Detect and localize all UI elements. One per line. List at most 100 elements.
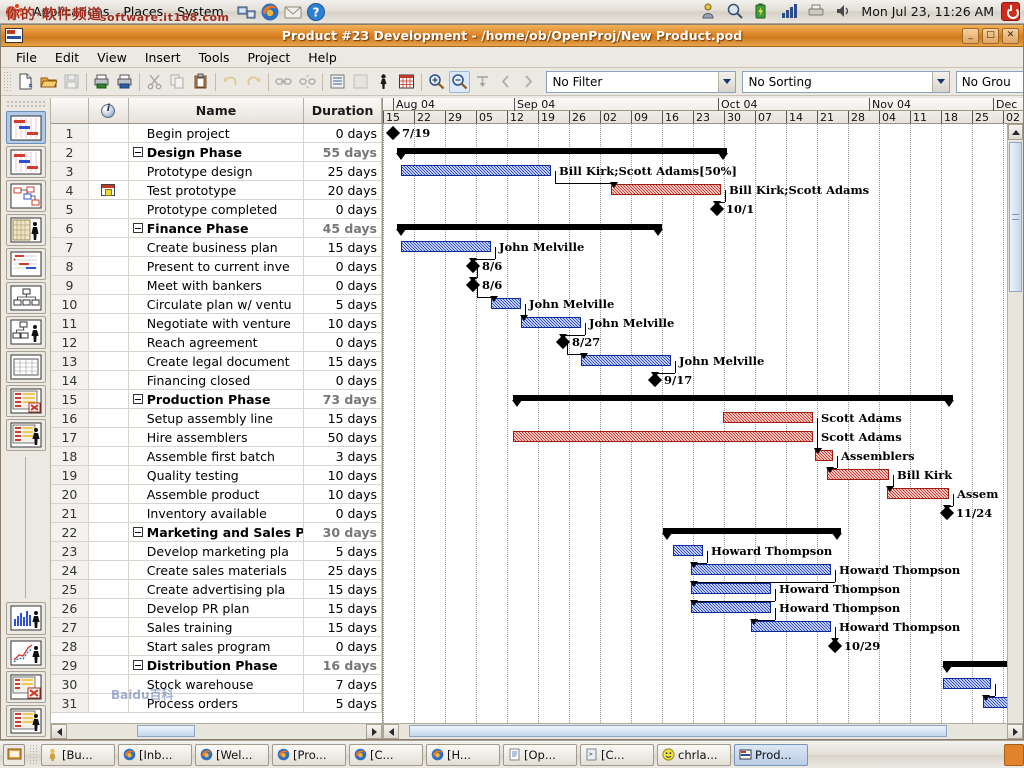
column-header-id[interactable]: [51, 98, 89, 123]
gantt-task-bar[interactable]: [611, 184, 721, 195]
table-row[interactable]: 10 Circulate plan w/ ventu 5 days: [51, 295, 382, 314]
gantt-horizontal-scrollbar[interactable]: [383, 724, 1023, 739]
table-row[interactable]: 7 Create business plan 15 days: [51, 238, 382, 257]
table-row[interactable]: 21 Inventory available 0 days: [51, 504, 382, 523]
row-indicator[interactable]: [88, 371, 129, 390]
row-duration[interactable]: 15 days: [304, 238, 382, 257]
table-row[interactable]: 8 Present to current inve 0 days: [51, 257, 382, 276]
row-duration[interactable]: 30 days: [304, 523, 382, 542]
taskbar-item[interactable]: chrla...: [657, 743, 731, 766]
table-row[interactable]: 25 Create advertising pla 15 days: [51, 580, 382, 599]
gantt-task-bar[interactable]: [673, 545, 703, 556]
gantt-summary-bar[interactable]: [512, 395, 954, 407]
table-row[interactable]: 1 Begin project 0 days: [51, 124, 382, 143]
row-id[interactable]: 16: [51, 409, 89, 428]
row-id[interactable]: 12: [51, 333, 89, 352]
row-indicator[interactable]: [88, 200, 129, 219]
gantt-summary-bar[interactable]: [396, 148, 728, 160]
gantt-task-bar[interactable]: [887, 488, 949, 499]
minimize-button[interactable]: _: [962, 27, 979, 44]
row-indicator[interactable]: [88, 295, 129, 314]
volume-icon[interactable]: [834, 2, 854, 22]
table-row[interactable]: 20 Assemble product 10 days: [51, 485, 382, 504]
row-duration[interactable]: 0 days: [304, 276, 382, 295]
zoom-out-icon[interactable]: [448, 70, 471, 93]
row-indicator[interactable]: [88, 352, 129, 371]
close-button[interactable]: ✕: [1002, 27, 1019, 44]
row-duration[interactable]: 10 days: [304, 314, 382, 333]
row-id[interactable]: 24: [51, 561, 89, 580]
taskbar-item[interactable]: Prod...: [734, 743, 808, 766]
row-duration[interactable]: 3 days: [304, 447, 382, 466]
panel-menu-places[interactable]: Places: [116, 2, 170, 22]
taskbar-item[interactable]: [Op...: [503, 743, 577, 766]
row-name[interactable]: Finance Phase: [128, 219, 305, 238]
row-duration[interactable]: 5 days: [304, 694, 382, 713]
collapse-expander-icon[interactable]: [132, 527, 143, 537]
column-header-duration[interactable]: Duration: [304, 98, 382, 123]
row-duration[interactable]: 15 days: [304, 580, 382, 599]
table-scroll-track[interactable]: [67, 724, 366, 739]
table-row[interactable]: 12 Reach agreement 0 days: [51, 333, 382, 352]
table-row[interactable]: 2 Design Phase 55 days: [51, 143, 382, 162]
row-indicator[interactable]: [88, 504, 129, 523]
new-document-icon[interactable]: [15, 71, 36, 93]
row-id[interactable]: 19: [51, 466, 89, 485]
row-duration[interactable]: 0 days: [304, 504, 382, 523]
row-name[interactable]: Distribution Phase: [128, 656, 305, 675]
table-horizontal-scrollbar[interactable]: [51, 724, 383, 739]
row-duration[interactable]: 16 days: [304, 656, 382, 675]
row-name[interactable]: Production Phase: [128, 390, 305, 409]
battery-icon[interactable]: [753, 2, 773, 22]
row-duration[interactable]: 15 days: [304, 409, 382, 428]
table-row[interactable]: 3 Prototype design 25 days: [51, 162, 382, 181]
chevron-down-icon[interactable]: [931, 71, 949, 92]
row-duration[interactable]: 0 days: [304, 124, 382, 143]
taskbar-item[interactable]: [Wel...: [195, 743, 269, 766]
row-duration[interactable]: 10 days: [304, 485, 382, 504]
row-indicator[interactable]: [88, 162, 129, 181]
gantt-canvas[interactable]: 7/19 Bill Kirk;Scott Adams[50%] Bill Kirk;…: [383, 124, 1023, 739]
gantt-scroll-track[interactable]: [399, 724, 1007, 739]
row-name[interactable]: Create sales materials: [128, 561, 305, 580]
gantt-task-bar[interactable]: [691, 564, 831, 575]
row-id[interactable]: 21: [51, 504, 89, 523]
column-header-name[interactable]: Name: [129, 98, 305, 123]
chevron-down-icon[interactable]: [718, 71, 736, 92]
row-name[interactable]: Negotiate with venture: [128, 314, 305, 333]
row-name[interactable]: Prototype completed: [128, 200, 305, 219]
gantt-summary-bar[interactable]: [396, 224, 663, 236]
gantt-scroll-left-button[interactable]: [383, 724, 399, 739]
collapse-expander-icon[interactable]: [132, 660, 143, 670]
row-indicator[interactable]: [88, 390, 129, 409]
table-row[interactable]: 11 Negotiate with venture 10 days: [51, 314, 382, 333]
outdent-icon[interactable]: [350, 71, 371, 93]
table-row[interactable]: 16 Setup assembly line 15 days: [51, 409, 382, 428]
sidebar-item-tracking-gantt-view[interactable]: [5, 145, 46, 178]
row-id[interactable]: 31: [51, 694, 89, 713]
table-row[interactable]: 22 Marketing and Sales P 30 days: [51, 523, 382, 542]
row-indicator[interactable]: [88, 485, 129, 504]
row-duration[interactable]: 0 days: [304, 333, 382, 352]
copy-icon[interactable]: [167, 71, 188, 93]
ubuntu-logo-icon[interactable]: [2, 2, 24, 22]
row-duration[interactable]: 15 days: [304, 352, 382, 371]
row-indicator[interactable]: [88, 618, 129, 637]
row-name[interactable]: Begin project: [128, 124, 305, 143]
row-name[interactable]: Develop PR plan: [128, 599, 305, 618]
sidebar-item-resource-usage-view[interactable]: [5, 418, 46, 451]
row-indicator[interactable]: [88, 580, 129, 599]
row-indicator[interactable]: [88, 219, 129, 238]
row-duration[interactable]: 25 days: [304, 561, 382, 580]
row-id[interactable]: 18: [51, 447, 89, 466]
row-duration[interactable]: 50 days: [304, 428, 382, 447]
zoom-in-icon[interactable]: [426, 71, 447, 93]
row-indicator[interactable]: [88, 675, 129, 694]
row-name[interactable]: Sales training: [128, 618, 305, 637]
table-scroll-thumb[interactable]: [137, 725, 195, 737]
row-name[interactable]: Start sales program: [128, 637, 305, 656]
row-duration[interactable]: 7 days: [304, 675, 382, 694]
power-icon[interactable]: [1001, 2, 1020, 21]
print-icon[interactable]: [91, 71, 112, 93]
row-name[interactable]: Marketing and Sales P: [128, 523, 305, 542]
